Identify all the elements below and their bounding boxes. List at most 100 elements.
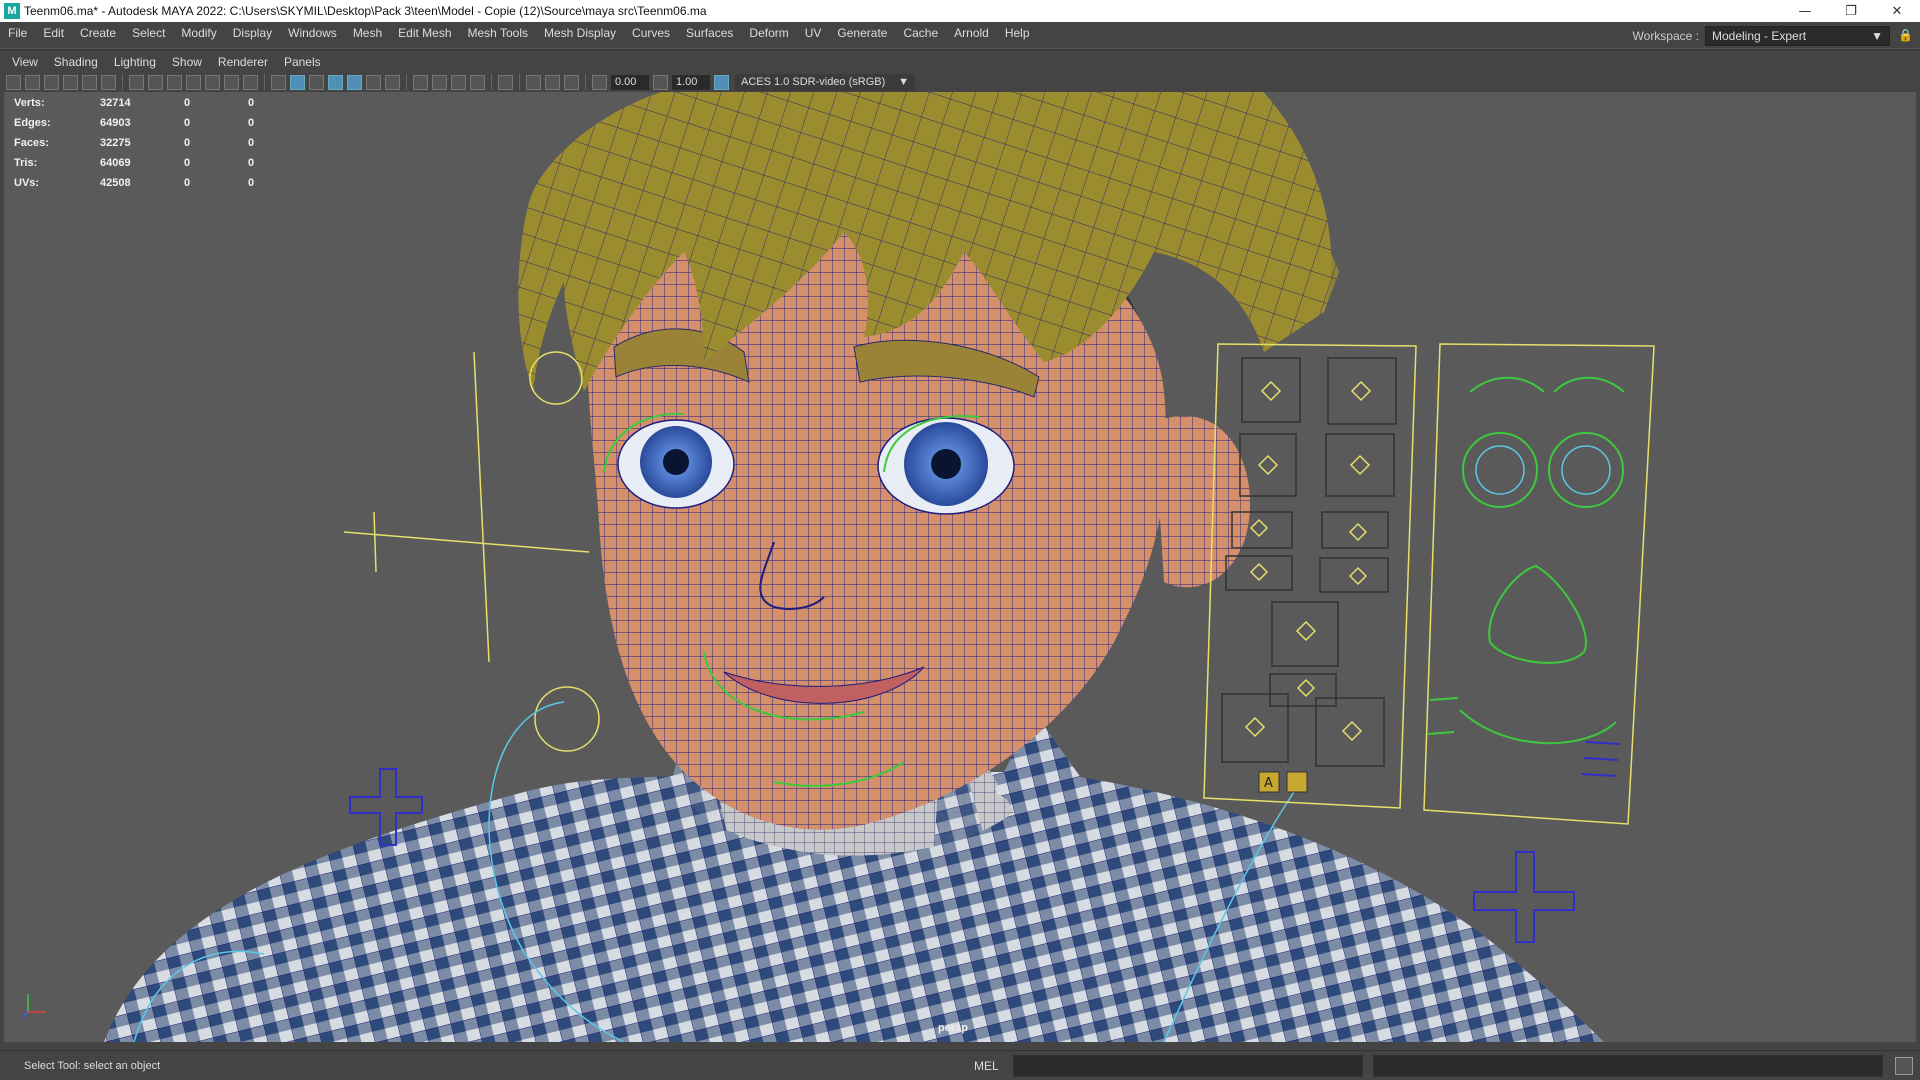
hud-value: 32714: [100, 97, 131, 109]
panel-menu-view[interactable]: View: [4, 55, 46, 69]
poly-count-hud: Verts: 32714 0 0 Edges: 64903 0 0 Faces:…: [14, 93, 288, 193]
menu-surfaces[interactable]: Surfaces: [678, 22, 741, 44]
hud-label: Verts:: [14, 97, 45, 109]
menu-display[interactable]: Display: [225, 22, 280, 44]
grid-icon[interactable]: [129, 74, 144, 90]
help-text: Select Tool: select an object: [24, 1059, 161, 1072]
hud-value: 0: [184, 97, 191, 109]
minimize-button[interactable]: —: [1782, 0, 1828, 22]
default-material-icon[interactable]: [309, 74, 324, 90]
motion-blur-icon[interactable]: [432, 74, 447, 90]
toolbar-separator: [122, 74, 123, 90]
toolbar-separator: [406, 74, 407, 90]
script-language-toggle[interactable]: MEL: [974, 1059, 999, 1073]
menu-create[interactable]: Create: [72, 22, 124, 44]
menu-mesh-display[interactable]: Mesh Display: [536, 22, 624, 44]
hud-value: 0: [184, 137, 191, 149]
workspace-dropdown[interactable]: Modeling - Expert ▼: [1705, 26, 1890, 46]
title-bar: M Teenm06.ma* - Autodesk MAYA 2022: C:\U…: [0, 0, 1920, 22]
color-space-dropdown[interactable]: ACES 1.0 SDR-video (sRGB) ▼: [735, 73, 915, 91]
panel-menu-renderer[interactable]: Renderer: [210, 55, 276, 69]
hud-label: Edges:: [14, 117, 51, 129]
camera-attributes-icon[interactable]: [25, 74, 40, 90]
xray-joints-icon[interactable]: [564, 74, 579, 90]
bookmark-icon[interactable]: [44, 74, 59, 90]
toolbar-separator: [491, 74, 492, 90]
menu-mesh[interactable]: Mesh: [345, 22, 390, 44]
hud-row: Verts: 32714 0 0: [14, 93, 288, 113]
smooth-shade-icon[interactable]: [290, 74, 305, 90]
hud-row: UVs: 42508 0 0: [14, 173, 288, 193]
safe-title-icon[interactable]: [243, 74, 258, 90]
toolbar-separator: [519, 74, 520, 90]
window-controls: — ❐ ✕: [1782, 0, 1920, 22]
use-all-lights-icon[interactable]: [366, 74, 381, 90]
safe-action-icon[interactable]: [224, 74, 239, 90]
hud-value: 0: [248, 117, 255, 129]
film-gate-icon[interactable]: [148, 74, 163, 90]
field-chart-icon[interactable]: [205, 74, 220, 90]
menu-edit-mesh[interactable]: Edit Mesh: [390, 22, 459, 44]
command-line-input[interactable]: [1012, 1054, 1363, 1077]
script-editor-icon[interactable]: [1894, 1056, 1913, 1075]
menu-mesh-tools[interactable]: Mesh Tools: [460, 22, 536, 44]
color-space-value: ACES 1.0 SDR-video (sRGB): [741, 75, 886, 88]
wireframe-icon[interactable]: [271, 74, 286, 90]
panel-menu-panels[interactable]: Panels: [276, 55, 329, 69]
exposure-icon[interactable]: [592, 74, 607, 90]
menu-windows[interactable]: Windows: [280, 22, 345, 44]
menu-uv[interactable]: UV: [797, 22, 830, 44]
panel-menu-lighting[interactable]: Lighting: [106, 55, 164, 69]
hud-value: 0: [248, 157, 255, 169]
2d-pan-zoom-icon[interactable]: [101, 74, 116, 90]
menu-divider: [0, 48, 1920, 51]
lock-icon[interactable]: 🔒: [1898, 28, 1913, 44]
xray-active-components-icon[interactable]: [545, 74, 560, 90]
menu-arnold[interactable]: Arnold: [946, 22, 997, 44]
menu-cache[interactable]: Cache: [895, 22, 946, 44]
menu-modify[interactable]: Modify: [173, 22, 224, 44]
shadows-icon[interactable]: [385, 74, 400, 90]
menu-edit[interactable]: Edit: [35, 22, 72, 44]
menu-deform[interactable]: Deform: [741, 22, 796, 44]
panel-menu-bar: View Shading Lighting Show Renderer Pane…: [4, 52, 329, 72]
color-management-icon[interactable]: [714, 74, 729, 90]
panel-menu-shading[interactable]: Shading: [46, 55, 106, 69]
screen-space-ao-icon[interactable]: [413, 74, 428, 90]
hud-row: Faces: 32275 0 0: [14, 133, 288, 153]
panel-menu-show[interactable]: Show: [164, 55, 210, 69]
gamma-field[interactable]: 1.00: [672, 74, 710, 90]
camera-select-icon[interactable]: [6, 74, 21, 90]
gamma-icon[interactable]: [653, 74, 668, 90]
perspective-viewport[interactable]: A: [4, 92, 1916, 1042]
chevron-down-icon: ▼: [898, 75, 909, 88]
wireframe-on-shaded-icon[interactable]: [328, 74, 343, 90]
depth-of-field-icon[interactable]: [470, 74, 485, 90]
restore-button[interactable]: ❐: [1828, 0, 1874, 22]
xray-icon[interactable]: [526, 74, 541, 90]
resolution-gate-icon[interactable]: [167, 74, 182, 90]
hud-value: 42508: [100, 177, 131, 189]
window-title: Teenm06.ma* - Autodesk MAYA 2022: C:\Use…: [24, 4, 707, 18]
isolate-select-icon[interactable]: [498, 74, 513, 90]
menu-file[interactable]: File: [0, 22, 35, 44]
menu-curves[interactable]: Curves: [624, 22, 678, 44]
gate-mask-icon[interactable]: [186, 74, 201, 90]
grease-pencil-icon[interactable]: [82, 74, 97, 90]
image-plane-icon[interactable]: [63, 74, 78, 90]
menu-help[interactable]: Help: [997, 22, 1038, 44]
close-button[interactable]: ✕: [1874, 0, 1920, 22]
hud-row: Edges: 64903 0 0: [14, 113, 288, 133]
exposure-field[interactable]: 0.00: [611, 74, 649, 90]
smile-icon: [1286, 771, 1308, 793]
hud-label: Tris:: [14, 157, 38, 169]
anti-aliasing-icon[interactable]: [451, 74, 466, 90]
menu-generate[interactable]: Generate: [829, 22, 895, 44]
workspace-value: Modeling - Expert: [1712, 29, 1807, 43]
hud-value: 0: [184, 177, 191, 189]
help-line: Select Tool: select an object MEL: [0, 1050, 1920, 1080]
menu-select[interactable]: Select: [124, 22, 173, 44]
chevron-down-icon: ▼: [1871, 29, 1883, 43]
workspace-selector: Workspace : Modeling - Expert ▼ 🔒: [1633, 22, 1920, 50]
textured-icon[interactable]: [347, 74, 362, 90]
